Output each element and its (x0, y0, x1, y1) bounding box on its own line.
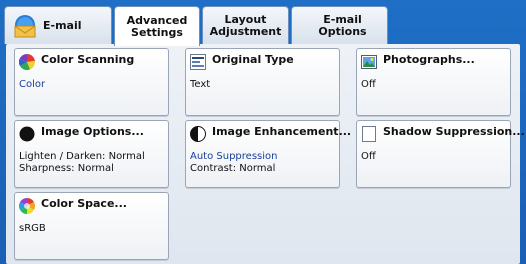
color-space-button[interactable]: Color Space... sRGB (14, 192, 169, 260)
tab-email-label: E-mail (43, 18, 82, 32)
image-enhancement-button[interactable]: Image Enhancement... Auto Suppression Co… (185, 120, 351, 188)
photographs-value: Off (361, 79, 376, 90)
tab-advanced-settings-label: Advanced Settings (126, 13, 188, 39)
tab-bar: E-mail Advanced Settings Layout Adjustme… (2, 6, 524, 46)
image-options-button[interactable]: Image Options... Lighten / Darken: Norma… (14, 120, 169, 188)
blank-page-icon (361, 126, 377, 142)
photo-icon (361, 54, 377, 70)
image-enhancement-title: Image Enhancement... (212, 125, 352, 138)
color-space-title: Color Space... (41, 197, 127, 210)
advanced-settings-panel: Color Scanning Color Original Type Text (6, 44, 525, 264)
tab-email-options-label: E-mail Options (318, 12, 367, 38)
shadow-suppression-title: Shadow Suppression... (383, 125, 525, 138)
tab-advanced-settings[interactable]: Advanced Settings (114, 6, 200, 46)
color-space-value: sRGB (19, 223, 46, 234)
image-options-sharpness: Sharpness: Normal (19, 163, 114, 174)
half-circle-icon (190, 126, 206, 142)
photographs-button[interactable]: Photographs... Off (356, 48, 511, 116)
image-options-title: Image Options... (41, 125, 144, 138)
rainbow-circle-icon (19, 198, 35, 214)
image-enhancement-background: Auto Suppression (190, 151, 278, 162)
tab-layout-adjustment[interactable]: Layout Adjustment (202, 6, 289, 44)
email-envelope-icon (11, 14, 39, 38)
original-type-button[interactable]: Original Type Text (185, 48, 340, 116)
color-scanning-value: Color (19, 79, 46, 90)
image-options-lighten-darken: Lighten / Darken: Normal (19, 151, 145, 162)
screen: E-mail Advanced Settings Layout Adjustme… (0, 0, 526, 264)
image-enhancement-contrast: Contrast: Normal (190, 163, 276, 174)
original-type-title: Original Type (212, 53, 294, 66)
black-circle-icon (19, 126, 35, 142)
color-scanning-button[interactable]: Color Scanning Color (14, 48, 169, 116)
tab-email[interactable]: E-mail (4, 6, 112, 44)
photographs-title: Photographs... (383, 53, 475, 66)
tab-layout-adjustment-label: Layout Adjustment (209, 12, 282, 38)
shadow-suppression-value: Off (361, 151, 376, 162)
shadow-suppression-button[interactable]: Shadow Suppression... Off (356, 120, 525, 188)
original-type-value: Text (190, 79, 211, 90)
color-scanning-title: Color Scanning (41, 53, 135, 66)
color-wheel-icon (18, 53, 35, 71)
document-icon (190, 54, 206, 70)
tab-email-options[interactable]: E-mail Options (291, 6, 388, 44)
